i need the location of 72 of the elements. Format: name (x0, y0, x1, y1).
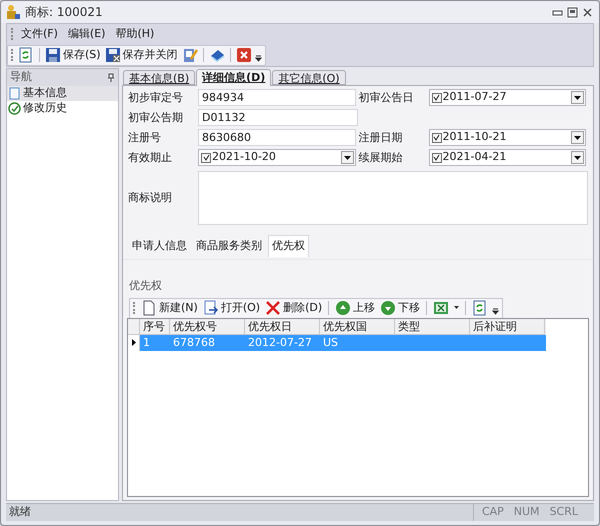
table-cell-text: 678768 (172, 334, 216, 350)
toolbar-icon-button[interactable] (234, 46, 253, 64)
checkbox[interactable] (432, 92, 442, 102)
toolbar-button[interactable]: 新建(N) (140, 299, 199, 317)
toolbar-button[interactable]: 保存并关闭 (104, 46, 179, 64)
checkbox[interactable] (432, 132, 442, 142)
table-cell-text: 1 (142, 334, 151, 350)
delete-icon (265, 300, 282, 316)
date-picker[interactable]: 2011-10-21 (428, 129, 586, 146)
tab[interactable]: 其它信息(O) (272, 70, 346, 85)
date-value: 2011-10-21 (442, 129, 506, 146)
input-field[interactable]: 8630680 (198, 129, 356, 146)
refresh-icon (18, 47, 34, 63)
date-value: 2011-07-27 (442, 89, 506, 106)
toolbar-button[interactable]: 保存(S) (44, 46, 102, 64)
input-field[interactable]: D01132 (198, 109, 358, 126)
toolbar-button[interactable]: 上移 (334, 299, 376, 317)
toolbar-icon-button[interactable] (432, 299, 460, 317)
caret-icon (574, 156, 581, 160)
date-value: 2021-10-20 (212, 149, 276, 166)
nav-item[interactable]: 基本信息 (7, 86, 118, 101)
field-label: 有效期止 (128, 150, 173, 166)
window-title: 商标: 100021 (25, 4, 103, 21)
checkbox[interactable] (201, 152, 211, 162)
close-icon[interactable] (582, 6, 593, 18)
date-picker[interactable]: 2021-04-21 (428, 149, 586, 166)
tab[interactable]: 基本信息(B) (123, 70, 196, 85)
dropdown-button[interactable] (571, 91, 584, 104)
tab[interactable]: 申请人信息 (129, 235, 190, 257)
toolbar-button[interactable]: 打开(O) (202, 299, 262, 317)
table-cell-text: US (322, 334, 340, 350)
section-title: 优先权 (129, 278, 163, 294)
dropdown-caret-icon (454, 306, 460, 310)
tab[interactable]: 商品服务类别 (193, 235, 265, 257)
caret-icon (344, 156, 350, 160)
menu-item[interactable]: 文件(F) (17, 25, 62, 43)
status-text: 就绪 (8, 504, 31, 520)
table-cell-text: 2012-07-27 (247, 334, 313, 350)
nav-item[interactable]: 修改历史 (7, 101, 118, 116)
date-value: 2021-04-21 (442, 149, 506, 166)
toolbar-button[interactable]: 下移 (379, 299, 422, 317)
dropdown-button[interactable] (571, 151, 584, 164)
panel-title: 导航 (10, 69, 32, 86)
close-icon (236, 47, 252, 63)
field-label: 注册日期 (358, 130, 404, 146)
menu-item[interactable]: 编辑(E) (64, 25, 110, 43)
date-picker[interactable]: 2021-10-20 (198, 149, 356, 166)
toolbar-button[interactable]: 删除(D) (264, 299, 324, 317)
checkbox[interactable] (432, 152, 442, 162)
date-picker[interactable]: 2011-07-27 (428, 89, 586, 106)
status-indicator: NUM (514, 504, 540, 520)
caret-icon (574, 96, 581, 100)
spreadsheet-icon (433, 300, 450, 316)
field-label: 注册号 (128, 130, 162, 146)
caret-icon (574, 136, 581, 140)
dropdown-button[interactable] (571, 131, 584, 144)
field-label: 商标说明 (128, 190, 173, 206)
input-field[interactable]: 984934 (198, 89, 356, 106)
tab[interactable]: 优先权 (268, 235, 309, 257)
field-label: 初步审定号 (128, 90, 184, 106)
restore-icon[interactable] (567, 6, 578, 18)
dropdown-button[interactable] (340, 151, 354, 164)
tab[interactable]: 详细信息(D) (196, 69, 272, 86)
field-label: 初审公告日 (358, 90, 415, 106)
document-pencil-icon (182, 47, 198, 63)
menu-item[interactable]: 帮助(H) (111, 25, 158, 43)
status-indicator: CAP (482, 504, 504, 520)
pin-icon[interactable] (107, 73, 115, 82)
row-pointer-icon (132, 339, 136, 346)
field-label: 初审公告期 (128, 110, 184, 126)
field-label: 续展期始 (358, 150, 404, 166)
status-indicator: SCRL (550, 504, 578, 520)
